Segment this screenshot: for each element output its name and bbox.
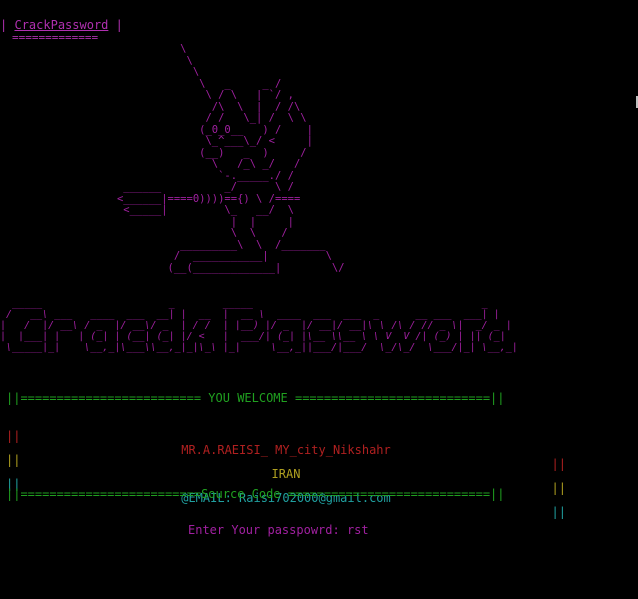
password-prompt[interactable]: Enter Your passpowrd: rst	[188, 523, 369, 537]
email-row: || @EMAIL: Raisi702000@gmail.com ||	[6, 463, 566, 519]
title-right-pipe: |	[115, 18, 123, 32]
ascii-art-banner: _____ _ _____ _ / __\ ___ ____ ___ __| |…	[0, 298, 518, 353]
right-border: ||	[551, 505, 566, 519]
author-row: || MR.A.RAEISI_ MY_city_Nikshahr ||	[6, 415, 566, 471]
title-underline: =============	[12, 31, 99, 44]
password-prompt-label: Enter Your passpowrd:	[188, 523, 340, 537]
welcome-line: ||========================= YOU WELCOME …	[6, 391, 505, 405]
terminal-window[interactable]: | CrackPassword | ============= \ \ \ \ …	[0, 0, 638, 599]
country-row: || IRAN ||	[6, 439, 566, 495]
password-input-value[interactable]: rst	[347, 523, 369, 537]
ascii-art-cat: \ \ \ \ _ _ / \ / \ | `/ , /\ \ | / /\ /…	[116, 43, 345, 274]
app-title: | CrackPassword |	[0, 18, 123, 32]
title-left-pipe: |	[0, 18, 8, 32]
source-code-line: ||=========================Source Code =…	[6, 487, 505, 501]
app-title-text: CrackPassword	[14, 18, 109, 32]
